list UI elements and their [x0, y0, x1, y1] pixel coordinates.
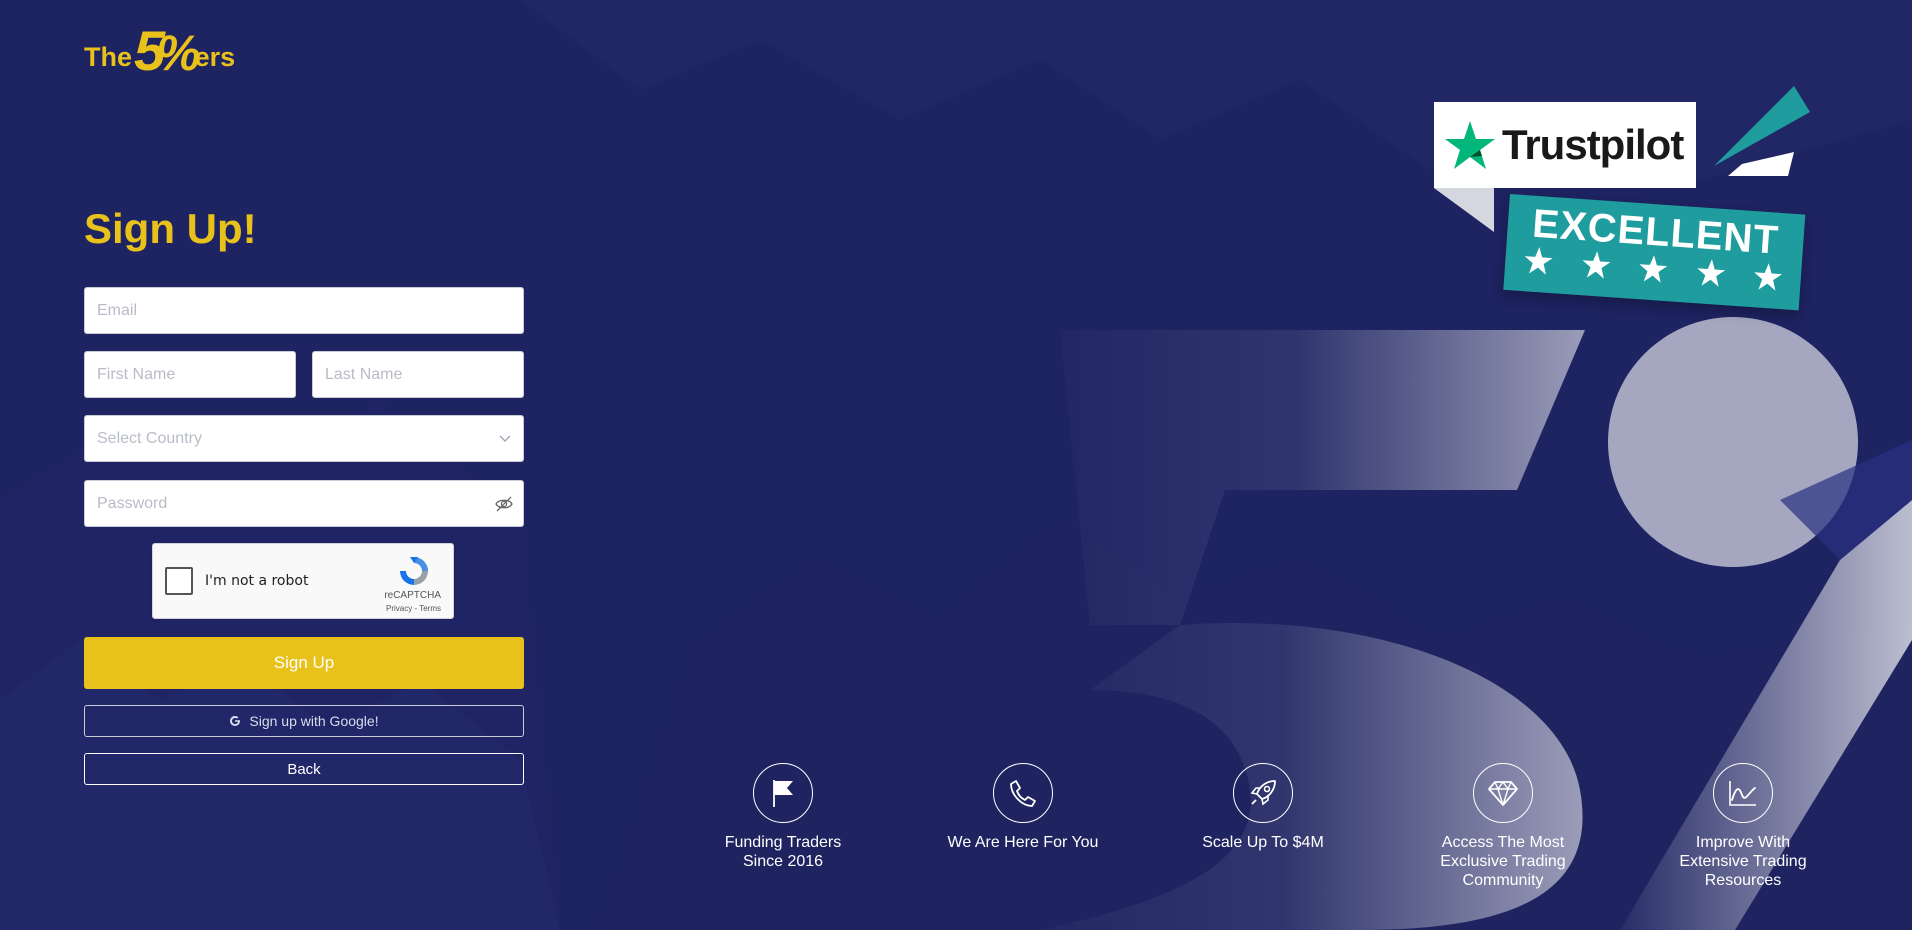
recaptcha-brand: reCAPTCHA	[384, 590, 441, 601]
feature-text: Improve With Extensive Trading Resources	[1679, 834, 1807, 889]
trustpilot-card: Trustpilot	[1434, 102, 1696, 188]
feature-funding: Funding Traders Since 2016	[703, 763, 863, 871]
feature-community: Access The Most Exclusive Trading Commun…	[1423, 763, 1583, 890]
feature-icon-circle	[753, 763, 813, 823]
recaptcha-links[interactable]: Privacy - Terms	[386, 604, 441, 613]
feature-icon-circle	[993, 763, 1053, 823]
rating-star-icon	[1754, 263, 1783, 291]
first-name-field[interactable]	[84, 351, 296, 398]
recaptcha-widget: I'm not a robot reCAPTCHA Privacy - Term…	[152, 543, 454, 619]
feature-text: Access The Most Exclusive Trading Commun…	[1440, 834, 1566, 889]
ribbon-fold-decoration	[1434, 188, 1494, 232]
feature-icon-circle	[1473, 763, 1533, 823]
the5ers-logo[interactable]: The 5 % ers	[84, 20, 254, 78]
country-select[interactable]: Select Country	[84, 415, 524, 462]
rating-star-icon	[1524, 247, 1553, 275]
chart-icon	[1729, 781, 1756, 806]
rocket-icon	[1250, 780, 1276, 806]
logo-suffix: ers	[194, 42, 236, 72]
feature-text: Scale Up To $4M	[1202, 834, 1324, 851]
feature-text: We Are Here For You	[947, 834, 1099, 851]
teal-shard-decoration	[1714, 86, 1810, 176]
flag-icon	[773, 780, 793, 807]
recaptcha-checkbox[interactable]	[165, 567, 193, 595]
phone-icon	[1010, 780, 1036, 807]
logo-prefix: The	[84, 42, 133, 72]
page-title: Sign Up!	[84, 205, 257, 252]
feature-icon-circle	[1233, 763, 1293, 823]
trustpilot-star-icon	[1445, 121, 1495, 169]
recaptcha-logo-icon	[400, 557, 428, 585]
feature-text: Funding Traders Since 2016	[724, 834, 842, 870]
google-signup-button[interactable]: Sign up with Google!	[84, 705, 524, 737]
google-signup-label: Sign up with Google!	[249, 713, 379, 729]
rating-star-icon	[1582, 251, 1610, 279]
password-field[interactable]	[84, 480, 524, 527]
trustpilot-name: Trustpilot	[1502, 121, 1684, 168]
feature-icon-circle	[1713, 763, 1773, 823]
feature-support: We Are Here For You	[943, 763, 1103, 852]
password-field-wrapper	[84, 480, 524, 527]
google-icon	[230, 715, 241, 726]
eye-slash-icon[interactable]	[494, 494, 514, 514]
email-field[interactable]	[84, 287, 524, 334]
country-select-placeholder: Select Country	[97, 429, 202, 447]
chevron-down-icon	[499, 435, 511, 442]
recaptcha-label: I'm not a robot	[205, 573, 309, 589]
feature-scale: Scale Up To $4M	[1183, 763, 1343, 852]
back-button[interactable]: Back	[84, 753, 524, 785]
diamond-icon	[1488, 781, 1518, 806]
last-name-field[interactable]	[312, 351, 524, 398]
trustpilot-badge[interactable]: Trustpilot EXCELLENT	[1430, 84, 1810, 311]
feature-resources: Improve With Extensive Trading Resources	[1663, 763, 1823, 890]
rating-star-icon	[1639, 255, 1668, 283]
rating-star-icon	[1696, 259, 1725, 287]
rating-ribbon: EXCELLENT	[1503, 194, 1806, 311]
signup-button[interactable]: Sign Up	[84, 637, 524, 689]
